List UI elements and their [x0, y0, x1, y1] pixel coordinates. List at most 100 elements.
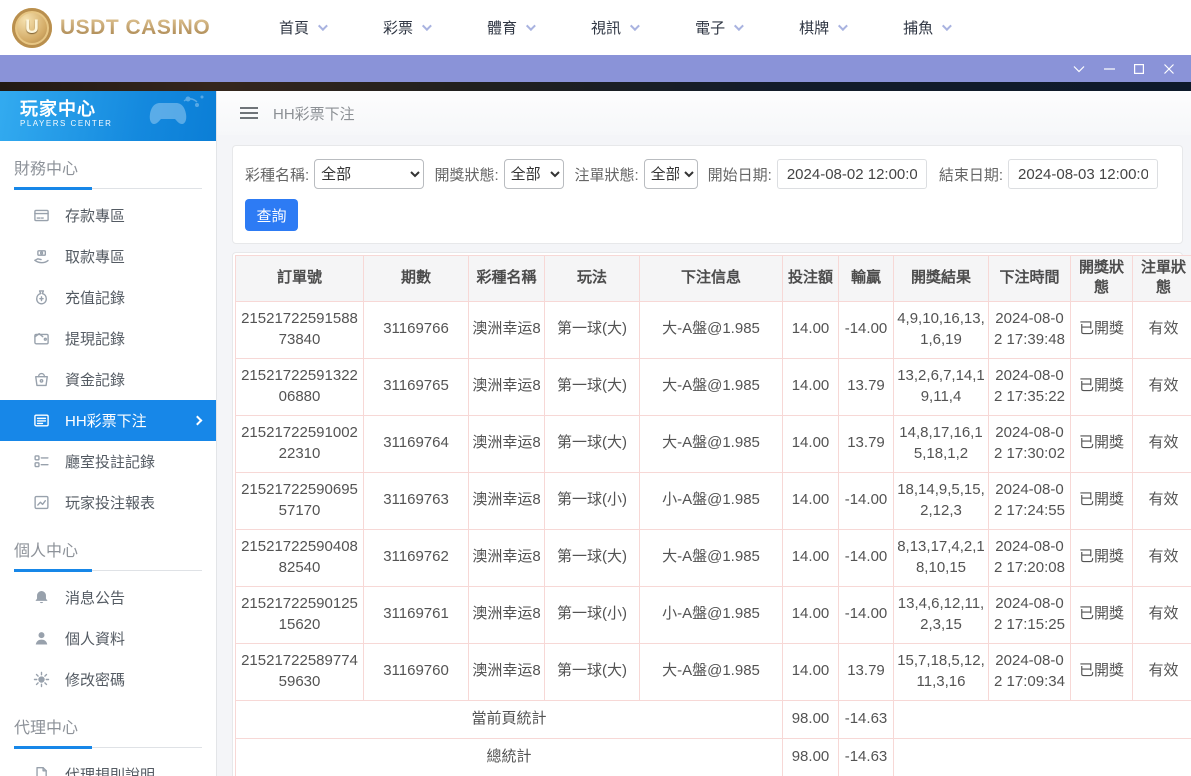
nav-item[interactable]: 彩票 — [383, 17, 432, 38]
sidebar-item-label: 修改密碼 — [65, 672, 126, 689]
bet-info-cell: 大-A盤@1.985 — [639, 357, 783, 416]
bet-info-cell: 小-A盤@1.985 — [639, 585, 783, 644]
bet-amount-cell: 14.00 — [782, 585, 839, 644]
report-chart-icon — [33, 494, 50, 511]
nav-item-label: 捕魚 — [903, 20, 934, 37]
end-date-input[interactable] — [1008, 159, 1158, 189]
lottery-name-label: 彩種名稱: — [245, 166, 310, 184]
period-cell: 31169765 — [363, 357, 469, 416]
summary-empty — [893, 737, 1191, 776]
sidebar-item[interactable]: 代理規則說明 — [0, 754, 216, 776]
minimize-icon[interactable] — [1097, 59, 1121, 79]
order-status-cell: 有效 — [1132, 357, 1191, 416]
column-header: 開獎狀態 — [1070, 255, 1133, 302]
nav-item-label: 首頁 — [279, 20, 310, 37]
brand-name: USDT CASINO — [60, 15, 211, 39]
sidebar-item-label: 廳室投註記錄 — [65, 454, 156, 471]
decorative-dark-strip — [0, 82, 1191, 91]
column-header: 注單狀態 — [1132, 255, 1191, 302]
hamburger-menu-icon[interactable] — [240, 104, 258, 122]
draw-status-cell: 已開獎 — [1070, 471, 1133, 530]
period-cell: 31169761 — [363, 585, 469, 644]
sidebar-item-label: 個人資料 — [65, 631, 126, 648]
nav-item[interactable]: 捕魚 — [903, 17, 952, 38]
lottery-name-cell: 澳洲幸运8 — [468, 528, 545, 587]
order-status-cell: 有效 — [1132, 585, 1191, 644]
draw-status-label: 開獎狀態: — [434, 166, 499, 184]
collapse-chevron-icon[interactable] — [1067, 59, 1091, 79]
search-button[interactable]: 查詢 — [245, 199, 298, 231]
person-icon — [33, 630, 50, 647]
nav-item[interactable]: 首頁 — [279, 17, 328, 38]
order-no-cell: 2152172259069557170 — [235, 471, 364, 530]
bet-time-cell: 2024-08-02 17:24:55 — [988, 471, 1071, 530]
table-header-row: 訂單號 期數 彩種名稱 玩法 下注信息 投注額 輸贏 開獎結果 下注時間 開獎狀態 注單狀態 — [235, 255, 1191, 302]
bets-table: 訂單號 期數 彩種名稱 玩法 下注信息 投注額 輸贏 開獎結果 下注時間 開獎狀態 注單狀態 215… — [235, 255, 1191, 776]
sidebar-item[interactable]: 個人資料 — [0, 618, 216, 659]
draw-result-cell: 14,8,17,16,15,18,1,2 — [893, 414, 989, 473]
sidebar-item[interactable]: 資金記錄 — [0, 359, 216, 400]
sidebar-item-label: 消息公告 — [65, 590, 126, 607]
section-underline — [14, 569, 202, 572]
nav-item-label: 棋牌 — [799, 20, 830, 37]
column-header: 輸贏 — [838, 255, 894, 302]
table-row: 2152172258977459630 31169760 澳洲幸运8 第一球(大) 大-… — [235, 642, 1191, 701]
table-row: 2152172259012515620 31169761 澳洲幸运8 第一球(小) 小-… — [235, 585, 1191, 644]
section-underline — [14, 746, 202, 749]
draw-result-cell: 8,13,17,4,2,18,10,15 — [893, 528, 989, 587]
nav-item[interactable]: 棋牌 — [799, 17, 848, 38]
bet-amount-cell: 14.00 — [782, 414, 839, 473]
draw-status-select[interactable]: 全部 — [503, 159, 565, 189]
order-status-cell: 有效 — [1132, 471, 1191, 530]
summary-label: 總統計 — [235, 737, 783, 776]
table-row: 2152172259100222310 31169764 澳洲幸运8 第一球(大) 大-… — [235, 414, 1191, 473]
maximize-icon[interactable] — [1127, 59, 1151, 79]
close-icon[interactable] — [1157, 59, 1181, 79]
chevron-right-icon — [192, 415, 203, 426]
sidebar-item[interactable]: 廳室投註記錄 — [0, 441, 216, 482]
nav-item[interactable]: 視訊 — [591, 17, 640, 38]
sidebar-item[interactable]: 充值記錄 — [0, 277, 216, 318]
nav-item[interactable]: 電子 — [695, 17, 744, 38]
order-status-select[interactable]: 全部 — [643, 159, 698, 189]
win-loss-cell: 13.79 — [838, 414, 894, 473]
bet-amount-cell: 14.00 — [782, 357, 839, 416]
list-icon — [33, 453, 50, 470]
nav-item[interactable]: 體育 — [487, 17, 536, 38]
chevron-down-icon — [526, 21, 536, 32]
chevron-down-icon — [942, 21, 952, 32]
sidebar-item[interactable]: 修改密碼 — [0, 659, 216, 700]
order-no-cell: 2152172258977459630 — [235, 642, 364, 701]
sidebar-item[interactable]: HH彩票下注 — [0, 400, 216, 441]
draw-result-cell: 13,4,6,12,11,2,3,15 — [893, 585, 989, 644]
play-type-cell: 第一球(大) — [544, 300, 640, 359]
order-status-cell: 有效 — [1132, 300, 1191, 359]
sidebar-item[interactable]: 玩家投注報表 — [0, 482, 216, 523]
nav-item-label: 電子 — [695, 20, 726, 37]
sidebar-section-title: 個人中心 — [14, 543, 79, 560]
app-header: U USDT CASINO 首頁 彩票 體育 視訊 電子 棋牌 捕魚 — [0, 0, 1191, 55]
sidebar-item[interactable]: 取款專區 — [0, 236, 216, 277]
bet-time-cell: 2024-08-02 17:39:48 — [988, 300, 1071, 359]
bet-info-cell: 大-A盤@1.985 — [639, 414, 783, 473]
order-no-cell: 2152172259040882540 — [235, 528, 364, 587]
order-status-cell: 有效 — [1132, 414, 1191, 473]
order-no-cell: 2152172259132206880 — [235, 357, 364, 416]
sidebar-item[interactable]: 存款專區 — [0, 195, 216, 236]
order-status-label: 注單狀態: — [574, 166, 639, 184]
lottery-name-select[interactable]: 全部 — [314, 159, 425, 189]
lottery-name-cell: 澳洲幸运8 — [468, 414, 545, 473]
start-date-input[interactable] — [776, 159, 927, 189]
bet-time-cell: 2024-08-02 17:35:22 — [988, 357, 1071, 416]
chevron-down-icon — [630, 21, 640, 32]
top-nav: 首頁 彩票 體育 視訊 電子 棋牌 捕魚 — [279, 17, 1007, 38]
draw-status-cell: 已開獎 — [1070, 357, 1133, 416]
sidebar-item[interactable]: 消息公告 — [0, 577, 216, 618]
sidebar-item[interactable]: 提現記錄 — [0, 318, 216, 359]
sidebar-header: 玩家中心 PLAYERS CENTER — [0, 91, 216, 141]
bell-icon — [33, 589, 50, 606]
column-header: 彩種名稱 — [468, 255, 545, 302]
column-header: 期數 — [363, 255, 469, 302]
win-loss-cell: -14.00 — [838, 528, 894, 587]
lottery-name-cell: 澳洲幸运8 — [468, 642, 545, 701]
